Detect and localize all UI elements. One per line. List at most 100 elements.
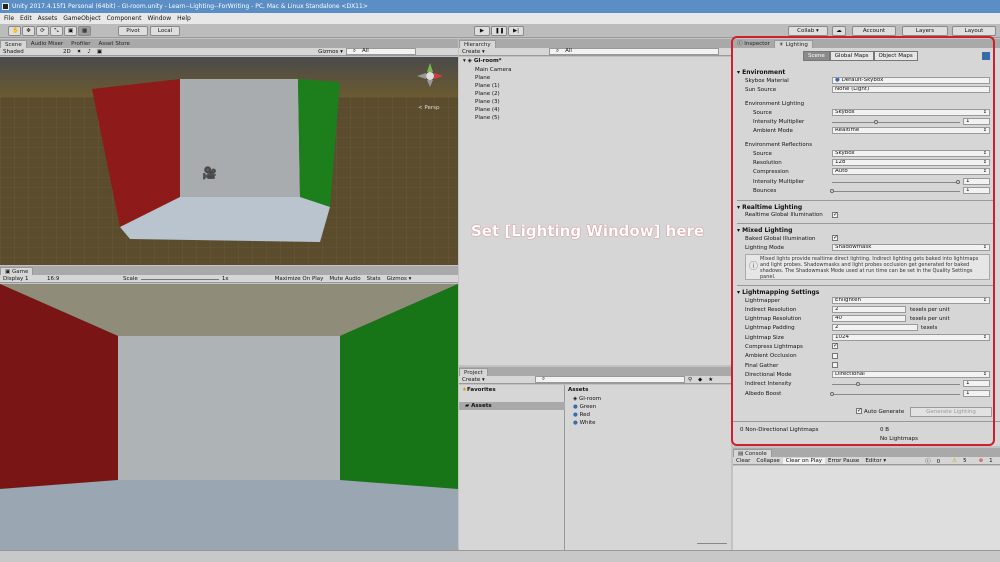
- hierarchy-item[interactable]: Plane: [475, 75, 490, 81]
- mute-audio-toggle[interactable]: Mute Audio: [326, 276, 363, 282]
- project-search-field[interactable]: ⌕: [535, 376, 685, 383]
- maximize-on-play-toggle[interactable]: Maximize On Play: [272, 276, 327, 282]
- pause-button[interactable]: ❚❚: [491, 26, 507, 36]
- warning-count-toggle[interactable]: ⚠ 5: [946, 458, 972, 464]
- scene-root-item[interactable]: ▾ ◈ GI-room*: [463, 58, 502, 64]
- audio-toggle-icon[interactable]: ♪: [84, 49, 94, 55]
- stats-toggle[interactable]: Stats: [364, 276, 384, 282]
- star-icon[interactable]: ★: [705, 377, 716, 383]
- tab-profiler[interactable]: Profiler: [67, 40, 94, 48]
- menu-assets[interactable]: Assets: [38, 15, 58, 22]
- console-log-area[interactable]: [733, 466, 1000, 550]
- scene-gizmos-dropdown[interactable]: Gizmos ▾: [315, 49, 346, 55]
- tab-console[interactable]: ▤ Console: [733, 449, 772, 457]
- hierarchy-item[interactable]: Plane (4): [475, 107, 500, 113]
- move-tool-button[interactable]: ✥: [22, 26, 35, 36]
- scene-viewport[interactable]: 🎥 < Persp: [0, 57, 458, 265]
- tab-project[interactable]: Project: [459, 368, 488, 376]
- scene-search-field[interactable]: ⌕ All: [345, 48, 416, 55]
- hierarchy-toolbar: Create ▾ ⌕ All: [459, 48, 731, 56]
- hierarchy-create-dropdown[interactable]: Create ▾: [459, 49, 549, 55]
- tab-scene[interactable]: Scene: [0, 40, 27, 48]
- filter-icon[interactable]: ⚲: [685, 377, 695, 383]
- console-tab-strip: ▤ Console: [733, 448, 1000, 457]
- play-button[interactable]: ▶: [474, 26, 490, 36]
- asset-item[interactable]: ● Red: [573, 412, 590, 418]
- info-count-toggle[interactable]: ⓘ 0: [919, 457, 946, 465]
- console-error-pause-toggle[interactable]: Error Pause: [825, 458, 862, 464]
- menu-window[interactable]: Window: [147, 15, 171, 22]
- scale-slider[interactable]: [140, 277, 219, 280]
- shading-mode-dropdown[interactable]: Shaded: [0, 49, 60, 55]
- display-dropdown[interactable]: Display 1: [0, 276, 44, 282]
- tab-audio-mixer[interactable]: Audio Mixer: [27, 40, 67, 48]
- assets-folder-item[interactable]: ▰ Assets: [465, 403, 492, 409]
- icon-size-slider[interactable]: [697, 543, 727, 544]
- scale-value: 1x: [221, 275, 229, 282]
- menu-help[interactable]: Help: [177, 15, 191, 22]
- orientation-gizmo[interactable]: [415, 61, 445, 91]
- rotate-tool-button[interactable]: ⟳: [36, 26, 49, 36]
- game-toolbar: Display 1 16:9 Scale 1x Maximize On Play…: [0, 275, 458, 283]
- collab-button[interactable]: Collab ▾: [788, 26, 828, 36]
- camera-gizmo-icon: 🎥: [202, 166, 217, 180]
- console-clear-on-play-toggle[interactable]: Clear on Play: [782, 457, 825, 464]
- console-editor-dropdown[interactable]: Editor ▾: [862, 458, 889, 464]
- project-create-dropdown[interactable]: Create ▾: [459, 377, 535, 383]
- rect-icon: ▣: [68, 28, 74, 34]
- asset-item[interactable]: ● Green: [573, 404, 596, 410]
- scale-tool-button[interactable]: ⤡: [50, 26, 63, 36]
- pivot-toggle[interactable]: Pivot: [118, 26, 148, 36]
- label-icon[interactable]: ◆: [695, 377, 705, 383]
- local-toggle[interactable]: Local: [150, 26, 180, 36]
- tab-game[interactable]: ▣ Game: [0, 267, 34, 275]
- tab-hierarchy[interactable]: Hierarchy: [459, 40, 496, 48]
- cloud-button[interactable]: ☁: [832, 26, 846, 36]
- favorites-item[interactable]: ★Favorites: [462, 387, 496, 393]
- aspect-dropdown[interactable]: 16:9: [44, 276, 120, 282]
- console-clear-button[interactable]: Clear: [733, 458, 753, 464]
- rect-tool-button[interactable]: ▣: [64, 26, 77, 36]
- error-count-toggle[interactable]: ⊗ 1: [973, 458, 999, 464]
- hand-tool-button[interactable]: ✋: [8, 26, 21, 36]
- warning-icon: ⚠: [952, 457, 958, 464]
- play-icon: ▶: [479, 28, 485, 34]
- assets-breadcrumb[interactable]: Assets: [568, 387, 588, 393]
- effects-toggle-icon[interactable]: ▣: [94, 49, 105, 55]
- console-collapse-button[interactable]: Collapse: [753, 458, 782, 464]
- layout-button[interactable]: Layout: [952, 26, 996, 36]
- asset-item[interactable]: ● White: [573, 420, 596, 426]
- lighting-toggle-icon[interactable]: ✷: [74, 49, 85, 55]
- hierarchy-item[interactable]: Plane (2): [475, 91, 500, 97]
- transform-tool-button[interactable]: ▦: [78, 26, 91, 36]
- asset-item[interactable]: ◈ GI-room: [573, 396, 601, 402]
- hierarchy-item[interactable]: Plane (5): [475, 115, 500, 121]
- menu-edit[interactable]: Edit: [20, 15, 32, 22]
- menu-bar: File Edit Assets GameObject Component Wi…: [0, 13, 1000, 24]
- transform-icon: ▦: [82, 28, 88, 34]
- 2d-toggle[interactable]: 2D: [60, 49, 74, 55]
- hierarchy-search-field[interactable]: ⌕ All: [549, 48, 719, 55]
- scene-toolbar: Shaded 2D ✷ ♪ ▣ Gizmos ▾ ⌕ All: [0, 48, 458, 56]
- hierarchy-item[interactable]: Main Camera: [475, 67, 511, 73]
- step-button[interactable]: ▶|: [508, 26, 524, 36]
- menu-file[interactable]: File: [4, 15, 14, 22]
- menu-gameobject[interactable]: GameObject: [63, 15, 100, 22]
- menu-component[interactable]: Component: [107, 15, 142, 22]
- persp-label[interactable]: < Persp: [418, 105, 439, 111]
- game-render: [0, 284, 458, 550]
- account-button[interactable]: Account: [852, 26, 896, 36]
- move-icon: ✥: [26, 28, 31, 34]
- layers-button[interactable]: Layers: [902, 26, 948, 36]
- unity-logo-icon: [2, 3, 9, 10]
- step-icon: ▶|: [512, 28, 520, 34]
- hierarchy-item[interactable]: Plane (3): [475, 99, 500, 105]
- status-bar: [0, 550, 1000, 562]
- hierarchy-panel: ▾ ◈ GI-room* Main Camera Plane Plane (1)…: [459, 57, 731, 365]
- project-toolbar: Create ▾ ⌕ ⚲ ◆ ★: [459, 376, 731, 384]
- search-icon: ⌕: [556, 48, 560, 54]
- game-gizmos-dropdown[interactable]: Gizmos ▾: [384, 276, 415, 282]
- hierarchy-item[interactable]: Plane (1): [475, 83, 500, 89]
- scene-render: 🎥: [0, 57, 458, 265]
- tab-asset-store[interactable]: Asset Store: [95, 40, 134, 48]
